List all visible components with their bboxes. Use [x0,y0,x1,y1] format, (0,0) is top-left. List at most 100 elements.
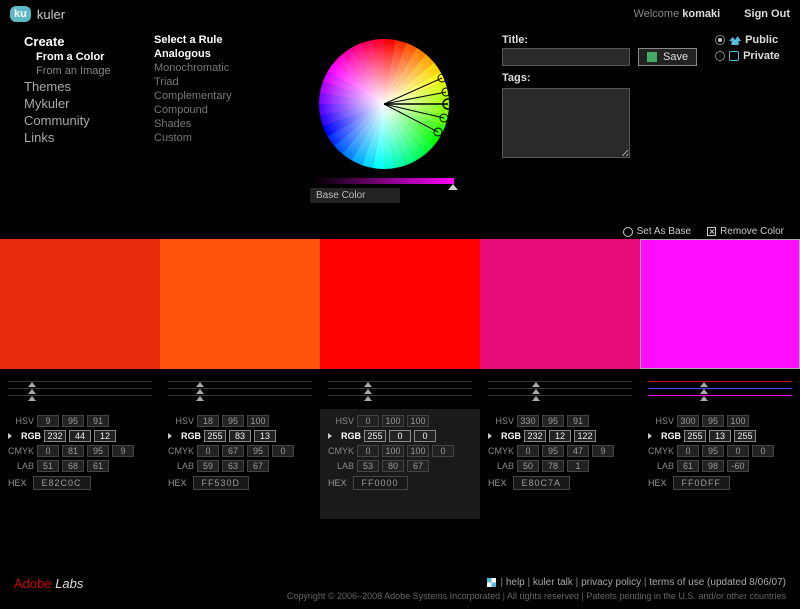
value-cell[interactable]: 50 [517,460,539,472]
value-cell[interactable]: 100 [247,415,269,427]
nav-community[interactable]: Community [24,113,154,128]
value-cell[interactable]: 61 [87,460,109,472]
value-cell[interactable]: 81 [62,445,84,457]
value-cell[interactable]: 95 [542,445,564,457]
value-cell[interactable]: 95 [87,445,109,457]
value-cell[interactable]: 0 [517,445,539,457]
sign-out-link[interactable]: Sign Out [744,8,790,20]
value-cell[interactable]: 9 [37,415,59,427]
rule-item[interactable]: Compound [154,104,294,116]
rule-item[interactable]: Monochromatic [154,62,294,74]
value-cell[interactable]: 330 [517,415,539,427]
value-cell[interactable]: 232 [524,430,546,442]
value-cell[interactable]: 91 [567,415,589,427]
value-cell[interactable]: 1 [567,460,589,472]
value-cell[interactable]: 0 [727,445,749,457]
title-input[interactable] [502,48,630,66]
value-cell[interactable]: 9 [592,445,614,457]
value-cell[interactable]: 12 [549,430,571,442]
value-cell[interactable]: 68 [62,460,84,472]
rule-item[interactable]: Shades [154,118,294,130]
value-cell[interactable]: 255 [204,430,226,442]
value-cell[interactable]: 95 [702,415,724,427]
value-cell[interactable]: 53 [357,460,379,472]
hex-cell[interactable]: E82C0C [33,476,91,490]
swatch[interactable] [320,239,480,369]
value-cell[interactable]: 100 [382,415,404,427]
value-cell[interactable]: 0 [197,445,219,457]
value-cell[interactable]: 100 [727,415,749,427]
footer-link[interactable]: privacy policy [581,577,641,588]
value-cell[interactable]: 0 [389,430,411,442]
footer-link[interactable]: help [506,577,525,588]
value-cell[interactable]: 0 [432,445,454,457]
slider-column[interactable] [640,369,800,409]
value-cell[interactable]: 18 [197,415,219,427]
tags-input[interactable] [502,88,630,158]
swatch[interactable] [640,239,800,369]
slider-column[interactable] [320,369,480,409]
value-cell[interactable]: 232 [44,430,66,442]
value-cell[interactable]: 67 [222,445,244,457]
value-cell[interactable]: 255 [364,430,386,442]
value-cell[interactable]: 255 [734,430,756,442]
value-cell[interactable]: 0 [357,415,379,427]
value-cell[interactable]: 67 [407,460,429,472]
value-cell[interactable]: 67 [247,460,269,472]
value-cell[interactable]: 100 [382,445,404,457]
set-as-base-button[interactable]: Set As Base [623,226,691,237]
swatch[interactable] [480,239,640,369]
value-cell[interactable]: 95 [62,415,84,427]
value-cell[interactable]: 95 [222,415,244,427]
rule-item[interactable]: Custom [154,132,294,144]
value-cell[interactable]: 91 [87,415,109,427]
value-cell[interactable]: 0 [414,430,436,442]
hex-cell[interactable]: FF0000 [353,476,408,490]
value-cell[interactable]: 63 [222,460,244,472]
swatch[interactable] [0,239,160,369]
slider-column[interactable] [0,369,160,409]
rule-item[interactable]: Triad [154,76,294,88]
value-cell[interactable]: -60 [727,460,749,472]
nav-mykuler[interactable]: Mykuler [24,96,154,111]
value-cell[interactable]: 100 [407,445,429,457]
visibility-public[interactable]: Public [715,34,780,46]
brightness-slider[interactable] [314,178,454,184]
value-cell[interactable]: 255 [684,430,706,442]
value-cell[interactable]: 95 [247,445,269,457]
rule-item[interactable]: Analogous [154,48,294,60]
value-cell[interactable]: 100 [407,415,429,427]
slider-column[interactable] [480,369,640,409]
value-cell[interactable]: 78 [542,460,564,472]
value-cell[interactable]: 95 [542,415,564,427]
value-cell[interactable]: 80 [382,460,404,472]
value-cell[interactable]: 98 [702,460,724,472]
value-cell[interactable]: 51 [37,460,59,472]
value-cell[interactable]: 95 [702,445,724,457]
visibility-private[interactable]: Private [715,50,780,62]
nav-create[interactable]: Create [24,34,154,49]
value-cell[interactable]: 59 [197,460,219,472]
rule-item[interactable]: Complementary [154,90,294,102]
value-cell[interactable]: 0 [752,445,774,457]
value-cell[interactable]: 0 [37,445,59,457]
value-cell[interactable]: 83 [229,430,251,442]
hex-cell[interactable]: E80C7A [513,476,571,490]
value-cell[interactable]: 47 [567,445,589,457]
nav-themes[interactable]: Themes [24,79,154,94]
swatch[interactable] [160,239,320,369]
value-cell[interactable]: 44 [69,430,91,442]
value-cell[interactable]: 122 [574,430,596,442]
value-cell[interactable]: 13 [709,430,731,442]
footer-link[interactable]: terms of use (updated 8/06/07) [649,577,786,588]
value-cell[interactable]: 12 [94,430,116,442]
value-cell[interactable]: 0 [272,445,294,457]
slider-column[interactable] [160,369,320,409]
nav-links[interactable]: Links [24,130,154,145]
remove-color-button[interactable]: Remove Color [707,226,784,237]
nav-from-color[interactable]: From a Color [24,51,154,63]
hex-cell[interactable]: FF0DFF [673,476,731,490]
nav-from-image[interactable]: From an Image [24,65,154,77]
value-cell[interactable]: 61 [677,460,699,472]
value-cell[interactable]: 0 [677,445,699,457]
